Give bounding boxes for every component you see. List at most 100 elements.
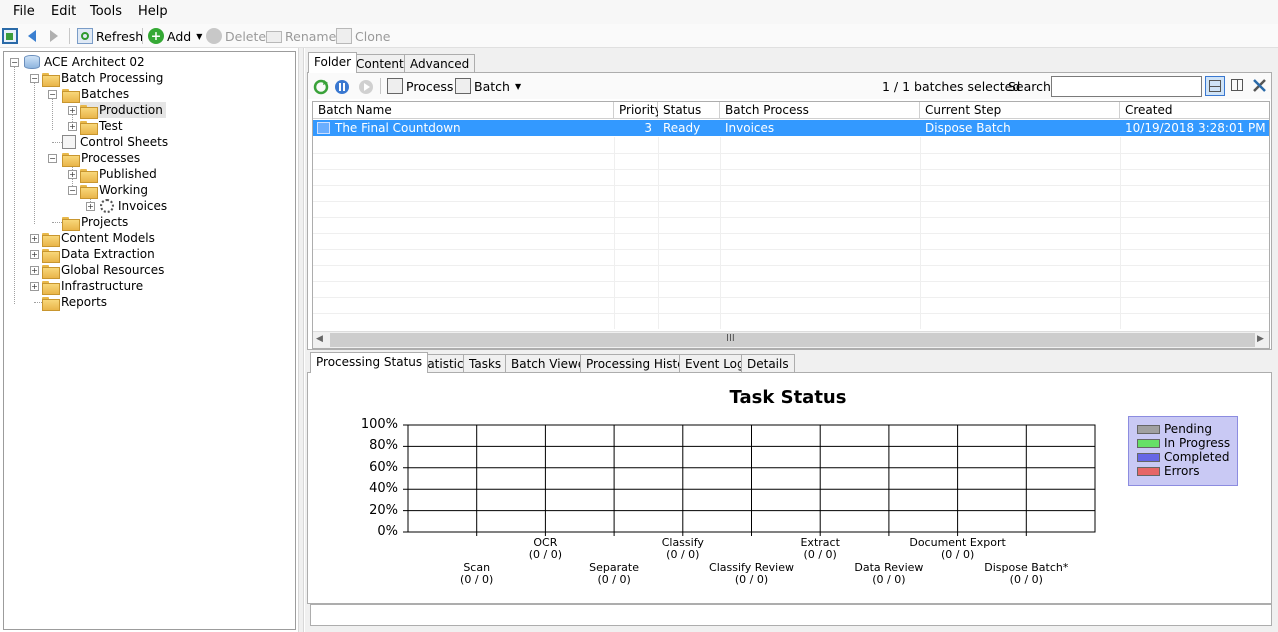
y-tick-label: 20% [369,502,398,518]
back-arrow-icon[interactable] [26,26,38,46]
tree-item-projects[interactable]: Projects [62,214,129,231]
menu-file[interactable]: File [13,4,35,19]
tree-item-content-models[interactable]: Content Models [42,230,155,247]
batch-icon [455,78,471,94]
vertical-layout-icon[interactable] [1228,76,1248,96]
expander-infrastructure[interactable]: + [30,282,39,291]
column-header-priority[interactable]: Priority [614,102,662,119]
pane-splitter[interactable] [298,48,304,632]
chart-legend: Pending In Progress Completed Errors [1128,416,1238,486]
cell-priority: 3 [644,121,652,135]
batch-icon [317,122,330,134]
tree-item-batch-processing[interactable]: Batch Processing [42,70,163,87]
window-icon[interactable] [2,26,18,46]
scroll-thumb[interactable]: III [330,333,1255,347]
folder-icon [42,264,60,279]
expander-content-models[interactable]: + [30,234,39,243]
menu-bar: File Edit Tools Help [0,0,1278,24]
folder-toolbar: Process Batch ▼ 1 / 1 batches selected S… [308,73,1271,99]
delete-button[interactable]: Delete [206,26,266,46]
database-icon [24,55,40,69]
legend-label: Errors [1164,464,1200,478]
search-input[interactable] [1051,76,1202,97]
menu-help[interactable]: Help [138,4,168,19]
expander-test[interactable]: + [68,122,77,131]
x-tick-count: (0 / 0) [666,548,700,561]
tab-event-log[interactable]: Event Log [679,354,751,373]
resume-icon[interactable] [313,77,329,97]
tree-label: Content Models [61,231,155,245]
tree-item-infrastructure[interactable]: Infrastructure [42,278,143,295]
forward-arrow-icon[interactable] [48,26,60,46]
horizontal-layout-icon[interactable] [1205,76,1225,96]
delete-icon [206,28,222,44]
main-toolbar: Refresh + Add ▼ Delete Rename Clone [0,24,1278,48]
tab-folder[interactable]: Folder [308,52,358,73]
legend-item: In Progress [1137,436,1230,450]
horizontal-scrollbar[interactable]: ◀ III ▶ [313,331,1269,348]
column-header-status[interactable]: Status [658,102,720,119]
add-button[interactable]: + Add ▼ [148,26,202,46]
expander-production[interactable]: + [68,106,77,115]
tree-item-reports[interactable]: Reports [42,294,107,311]
folder-icon [80,104,98,119]
tree-item-global-resources[interactable]: Global Resources [42,262,165,279]
tree-item-control-sheets[interactable]: Control Sheets [62,134,168,150]
tree-item-data-extraction[interactable]: Data Extraction [42,246,155,263]
x-tick-count: (0 / 0) [803,548,837,561]
rename-label: Rename [285,28,337,44]
column-header-batch-process[interactable]: Batch Process [720,102,920,119]
column-header-current-step[interactable]: Current Step [920,102,1120,119]
scroll-grip: III [726,333,735,344]
tree-item-test[interactable]: Test [80,118,123,135]
tree-label: Global Resources [61,263,165,277]
process-button[interactable]: Process [387,76,453,96]
expander-batch-processing[interactable]: − [30,74,39,83]
tree-item-invoices[interactable]: Invoices [100,198,167,214]
scroll-right-icon[interactable]: ▶ [1257,334,1264,344]
tab-tasks[interactable]: Tasks [463,354,508,373]
tab-advanced[interactable]: Advanced [404,54,476,73]
clone-button[interactable]: Clone [336,26,390,46]
menu-edit[interactable]: Edit [51,4,76,19]
tree-item-batches[interactable]: Batches [62,86,129,103]
column-header-created[interactable]: Created [1120,102,1269,119]
legend-item: Completed [1137,450,1229,464]
clone-label: Clone [355,28,391,44]
scroll-left-icon[interactable]: ◀ [316,334,323,344]
expander-invoices[interactable]: + [86,202,95,211]
refresh-button[interactable]: Refresh [77,26,143,46]
tree-item-root[interactable]: ACE Architect 02 [24,54,145,70]
expander-processes[interactable]: − [48,154,57,163]
expander-working[interactable]: − [68,186,77,195]
expander-published[interactable]: + [68,170,77,179]
tree-label: Projects [81,215,129,229]
batch-button[interactable]: Batch ▼ [455,76,521,96]
gear-icon [100,199,114,213]
tree-item-working[interactable]: Working [80,182,148,199]
tree-item-production[interactable]: Production [80,102,166,119]
folder-icon [42,296,60,311]
table-row[interactable]: The Final Countdown 3 Ready Invoices Dis… [313,120,1269,136]
tab-processing-status[interactable]: Processing Status [310,352,429,373]
tab-details[interactable]: Details [741,354,795,373]
tools-icon[interactable] [1251,76,1271,96]
tree-pane: − ACE Architect 02 − Batch Processing − … [3,51,296,630]
expander-batches[interactable]: − [48,90,57,99]
tree-item-processes[interactable]: Processes [62,150,140,167]
tree-label: Invoices [118,199,168,213]
expander-root[interactable]: − [10,58,19,67]
add-icon: + [148,28,164,44]
expander-global-resources[interactable]: + [30,266,39,275]
expander-data-extraction[interactable]: + [30,250,39,259]
rename-button[interactable]: Rename [266,26,336,46]
play-icon[interactable] [358,77,374,97]
cell-status: Ready [663,121,701,135]
menu-tools[interactable]: Tools [90,4,122,19]
tree-item-published[interactable]: Published [80,166,157,183]
folder-icon [42,72,60,87]
pause-icon[interactable] [334,77,350,97]
folder-icon [62,88,80,103]
column-header-batch-name[interactable]: Batch Name [313,102,614,119]
tree-label: Control Sheets [80,135,169,149]
